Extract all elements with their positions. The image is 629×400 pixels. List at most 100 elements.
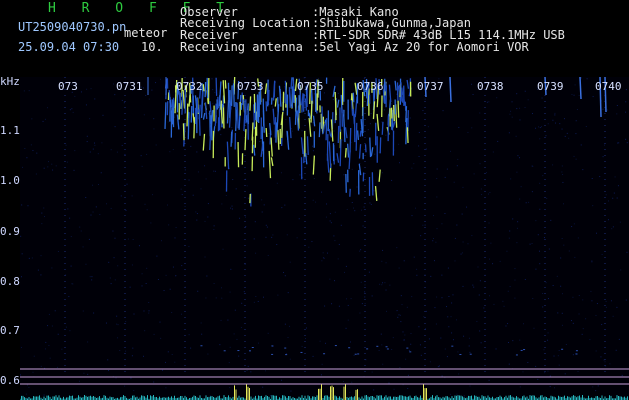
noise-dot [290,127,292,129]
noise-dot [424,98,426,100]
noise-dot [222,248,224,250]
noise-dot [466,206,468,208]
noise-dot [522,371,524,373]
noise-dot [148,98,150,100]
noise-dot [351,168,353,170]
noise-dot [448,296,450,298]
noise-dot [497,140,499,142]
noise-dot [47,161,49,163]
noise-dot [564,135,566,137]
noise-dot [94,144,96,146]
noise-dot [381,172,383,174]
noise-dot [68,296,70,298]
noise-dot [604,361,606,363]
noise-dot [363,206,365,208]
noise-dot [55,165,57,167]
noise-dot [488,101,490,103]
noise-dot [505,325,507,327]
signal-streak [164,102,167,129]
noise-dot [385,346,388,348]
noise-dot [452,339,454,341]
noise-dot [338,305,340,307]
noise-dot [544,372,546,374]
noise-dot [117,337,119,339]
noise-dot [107,359,109,361]
noise-dot [74,95,76,97]
noise-dot [382,282,384,284]
noise-dot [397,316,399,318]
noise-dot [517,221,519,223]
noise-dot [503,305,505,307]
noise-dot [263,296,265,298]
noise-dot [148,301,150,303]
noise-dot [323,257,325,259]
noise-dot [277,294,279,296]
signal-streak [369,137,372,158]
noise-dot [246,369,248,371]
noise-dot [159,321,161,323]
noise-dot [231,205,233,207]
noise-dot [129,286,131,288]
noise-dot [617,142,619,144]
noise-dot [528,201,530,203]
noise-dot [234,309,236,311]
noise-dot [285,354,288,356]
noise-dot [370,203,372,205]
noise-dot [70,265,72,267]
noise-dot [157,279,159,281]
noise-dot [591,300,593,302]
noise-dot [424,224,426,226]
noise-dot [595,390,597,392]
noise-dot [48,344,50,346]
noise-dot [413,163,415,165]
signal-streak [304,153,308,165]
noise-dot [545,135,547,137]
noise-dot [473,173,475,175]
x-tick-7: 0738 [477,80,504,93]
noise-dot [266,226,268,228]
noise-dot [195,211,197,213]
noise-dot [519,107,521,109]
noise-dot [211,78,213,80]
noise-dot [287,337,289,339]
noise-dot [524,90,526,92]
noise-dot [169,288,171,290]
noise-dot [565,344,567,346]
noise-dot [171,312,173,314]
noise-dot [621,374,623,376]
noise-dot [407,374,409,376]
noise-dot [197,290,199,292]
noise-dot [204,220,206,222]
noise-dot [603,359,605,361]
noise-dot [223,350,226,352]
noise-dot [399,314,401,316]
noise-dot [516,108,518,110]
noise-dot [532,297,534,299]
noise-dot [345,327,347,329]
signal-streak [344,147,347,158]
noise-dot [547,370,549,372]
noise-dot [80,91,82,93]
noise-dot [555,122,557,124]
noise-dot [508,237,510,239]
noise-dot [456,319,458,321]
noise-dot [225,194,227,196]
noise-dot [581,333,583,335]
noise-dot [625,138,627,140]
noise-dot [221,287,223,289]
noise-dot [181,194,183,196]
noise-dot [399,162,401,164]
noise-dot [57,251,59,253]
noise-dot [221,203,223,205]
noise-dot [153,128,155,130]
noise-dot [591,261,593,263]
noise-dot [94,98,96,100]
noise-dot [45,341,47,343]
noise-dot [298,218,300,220]
antenna-label: Receiving antenna [180,40,303,54]
noise-dot [308,246,310,248]
noise-dot [381,344,383,346]
noise-dot [582,299,584,301]
noise-dot [24,148,26,150]
noise-dot [153,118,155,120]
